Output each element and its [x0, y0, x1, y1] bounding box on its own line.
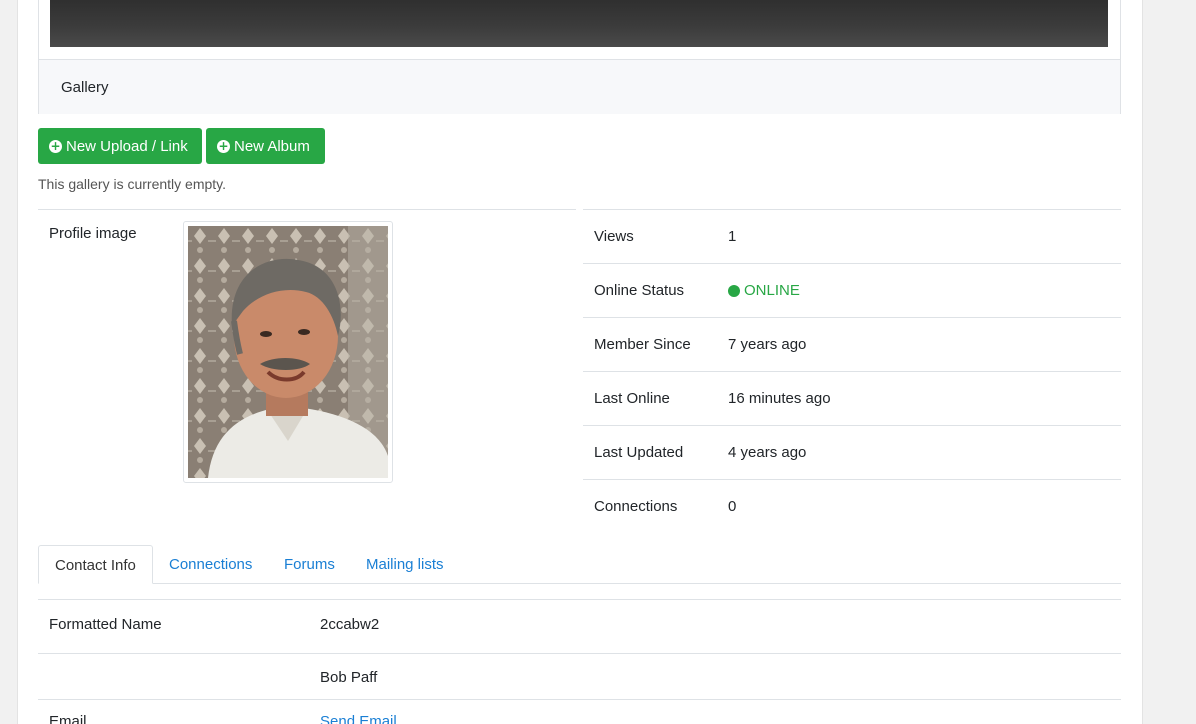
stat-row-views: Views 1 — [583, 209, 1121, 263]
new-album-label: New Album — [234, 137, 310, 155]
new-upload-link-button[interactable]: + New Upload / Link — [38, 128, 202, 164]
contact-info-table: Formatted Name 2ccabw2 Bob Paff Email Se… — [38, 599, 1121, 724]
profile-image-label: Profile image — [49, 225, 137, 242]
stat-value: 16 minutes ago — [728, 390, 831, 407]
tab-contact-info[interactable]: Contact Info — [38, 545, 153, 584]
gallery-card-footer: Gallery — [39, 59, 1120, 114]
gallery-title: Gallery — [61, 79, 109, 96]
stat-row-member-since: Member Since 7 years ago — [583, 317, 1121, 371]
stat-label: Member Since — [594, 336, 691, 353]
profile-photo[interactable] — [183, 221, 393, 483]
contact-value: 2ccabw2 — [320, 616, 380, 633]
plus-circle-icon: + — [217, 138, 230, 153]
stat-value: 0 — [728, 498, 737, 515]
plus-circle-icon: + — [49, 138, 62, 153]
stat-label: Online Status — [594, 282, 685, 299]
stat-label: Last Updated — [594, 444, 684, 461]
contact-row-formatted-name: Formatted Name 2ccabw2 — [38, 599, 1121, 653]
gallery-empty-message: This gallery is currently empty. — [38, 176, 227, 192]
stat-label: Last Online — [594, 390, 670, 407]
tab-forums[interactable]: Forums — [268, 545, 351, 583]
tab-mailing-lists[interactable]: Mailing lists — [350, 545, 460, 583]
stat-row-last-updated: Last Updated 4 years ago — [583, 425, 1121, 479]
online-status-dot-icon — [728, 284, 740, 297]
stat-value: 1 — [728, 228, 737, 245]
profile-tabs: Contact Info Connections Forums Mailing … — [38, 545, 1121, 584]
contact-row-email: Email Send Email — [38, 699, 1121, 724]
contact-label: Email — [49, 713, 87, 724]
gallery-cover-image — [50, 0, 1108, 47]
profile-photo-image — [188, 226, 388, 478]
tab-connections[interactable]: Connections — [153, 545, 268, 583]
send-email-link[interactable]: Send Email — [320, 713, 397, 724]
stat-label: Views — [594, 228, 634, 245]
stat-row-online-status: Online Status ONLINE — [583, 263, 1121, 317]
new-upload-link-label: New Upload / Link — [66, 137, 188, 155]
stat-row-last-online: Last Online 16 minutes ago — [583, 371, 1121, 425]
profile-stats-table: Views 1 Online Status ONLINE Member Sinc… — [583, 209, 1121, 533]
stat-value: 7 years ago — [728, 336, 807, 353]
profile-page: Gallery + New Upload / Link + New Album … — [17, 0, 1143, 724]
stat-value: 4 years ago — [728, 444, 807, 461]
profile-image-section: Profile image — [38, 209, 576, 510]
new-album-button[interactable]: + New Album — [206, 128, 325, 164]
contact-value: Bob Paff — [320, 669, 378, 686]
gallery-card: Gallery — [38, 0, 1121, 114]
stat-label: Connections — [594, 498, 678, 515]
online-status-value: ONLINE — [728, 282, 800, 299]
online-status-text: ONLINE — [744, 282, 800, 299]
contact-row-name: Bob Paff — [38, 653, 1121, 699]
stat-row-connections: Connections 0 — [583, 479, 1121, 533]
contact-label: Formatted Name — [49, 616, 162, 633]
